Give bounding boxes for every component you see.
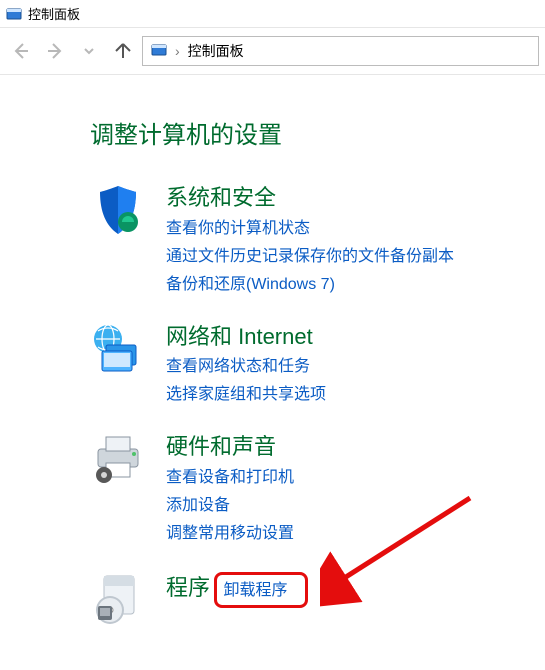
navbar: › 控制面板 <box>0 28 545 75</box>
category-link[interactable]: 选择家庭组和共享选项 <box>166 383 326 407</box>
window-title: 控制面板 <box>28 4 80 23</box>
annotation-highlight-box: 卸载程序 <box>214 572 308 608</box>
category-title[interactable]: 硬件和声音 <box>166 434 276 459</box>
category-title[interactable]: 系统和安全 <box>166 185 276 210</box>
control-panel-icon <box>151 42 167 61</box>
back-button[interactable] <box>6 36 36 66</box>
category-link[interactable]: 添加设备 <box>166 494 294 518</box>
content-area: 调整计算机的设置 系统和安全 查看你的计算机状态 通过文件历史记录保存你的文件备… <box>0 75 545 670</box>
recent-locations-button[interactable] <box>74 36 104 66</box>
uninstall-program-link[interactable]: 卸载程序 <box>223 579 287 603</box>
category-link[interactable]: 备份和还原(Windows 7) <box>166 273 454 297</box>
network-globe-icon <box>90 321 146 377</box>
titlebar: 控制面板 <box>0 0 545 28</box>
page-heading: 调整计算机的设置 <box>90 115 515 150</box>
category-network: 网络和 Internet 查看网络状态和任务 选择家庭组和共享选项 <box>90 321 515 408</box>
category-title[interactable]: 程序 <box>166 575 210 600</box>
category-title[interactable]: 网络和 Internet <box>166 324 313 349</box>
category-link[interactable]: 查看你的计算机状态 <box>166 217 454 241</box>
printer-icon <box>90 431 146 487</box>
breadcrumb-location[interactable]: 控制面板 <box>188 41 244 61</box>
chevron-down-icon <box>83 45 95 57</box>
breadcrumb-separator: › <box>175 43 180 59</box>
category-link[interactable]: 查看设备和打印机 <box>166 466 294 490</box>
up-button[interactable] <box>108 36 138 66</box>
arrow-right-icon <box>45 41 65 61</box>
category-hardware-sound: 硬件和声音 查看设备和打印机 添加设备 调整常用移动设置 <box>90 431 515 546</box>
programs-disc-icon <box>90 570 146 626</box>
forward-button[interactable] <box>40 36 70 66</box>
control-panel-icon <box>6 6 22 22</box>
category-link[interactable]: 调整常用移动设置 <box>166 522 294 546</box>
category-link[interactable]: 通过文件历史记录保存你的文件备份副本 <box>166 245 454 269</box>
category-link[interactable]: 查看网络状态和任务 <box>166 355 326 379</box>
category-system-security: 系统和安全 查看你的计算机状态 通过文件历史记录保存你的文件备份副本 备份和还原… <box>90 182 515 297</box>
shield-icon <box>90 182 146 238</box>
category-programs: 程序 卸载程序 <box>90 570 515 626</box>
arrow-left-icon <box>11 41 31 61</box>
arrow-up-icon <box>113 41 133 61</box>
address-bar[interactable]: › 控制面板 <box>142 36 539 66</box>
